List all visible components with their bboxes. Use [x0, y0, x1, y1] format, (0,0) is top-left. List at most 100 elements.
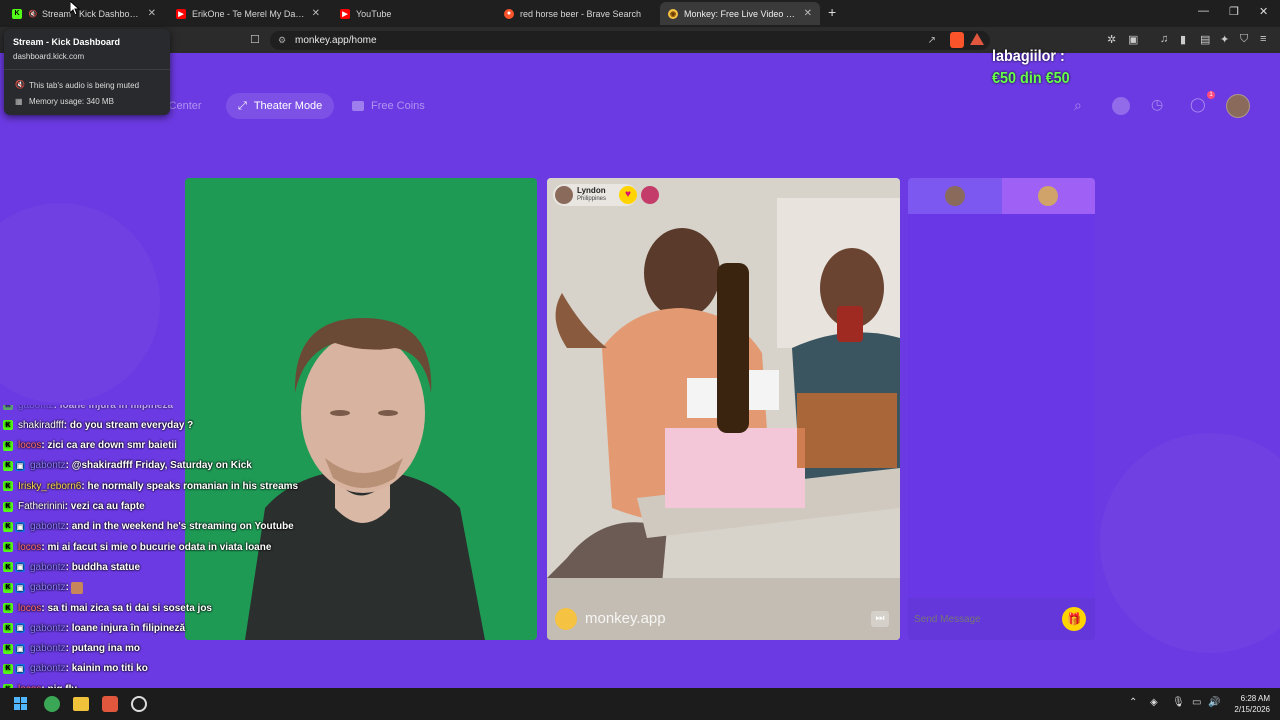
- theater-mode-button[interactable]: ⤢ Theater Mode: [226, 93, 335, 119]
- chat-username: gabontz: [30, 582, 66, 594]
- extensions-icon[interactable]: ✲: [1107, 33, 1116, 46]
- free-coins-label: Free Coins: [371, 100, 425, 112]
- kick-badge-icon: K: [3, 643, 13, 654]
- tab-kick-dashboard[interactable]: K 🔇 Stream - Kick Dashboard ✕: [4, 2, 164, 25]
- window-close-button[interactable]: ✕: [1259, 5, 1268, 18]
- chat-username: gabontz: [30, 643, 66, 655]
- tooltip-audio-status: This tab's audio is being muted: [29, 81, 140, 90]
- close-tab-icon[interactable]: ✕: [312, 8, 320, 19]
- chat-line: Klocos : zici ca are down smr baietii: [3, 439, 177, 453]
- monkey-logo-icon: [555, 608, 577, 630]
- tab-erikone-youtube[interactable]: ▶ ErikOne - Te Merel My Dad lVideo Of ✕: [168, 2, 328, 25]
- microphone-icon[interactable]: 🎙: [1172, 697, 1185, 708]
- tray-app-icon[interactable]: ◈: [1150, 697, 1158, 708]
- downloads-icon[interactable]: ▤: [1200, 33, 1210, 46]
- kick-badge-icon: K: [3, 481, 13, 492]
- browser-tab-strip: K 🔇 Stream - Kick Dashboard ✕ ▶ ErikOne …: [0, 0, 1280, 27]
- tooltip-title: Stream - Kick Dashboard: [13, 37, 121, 47]
- chat-tab-self[interactable]: [908, 178, 1002, 214]
- free-coins-button[interactable]: Free Coins: [340, 93, 437, 119]
- partner-tag[interactable]: Lyndon Philippines ♥: [553, 184, 637, 206]
- windows-start-icon[interactable]: [14, 697, 28, 711]
- chat-username: gabontz: [30, 561, 66, 573]
- file-explorer-icon[interactable]: [73, 697, 89, 711]
- theater-mode-label: Theater Mode: [253, 100, 323, 112]
- platform-badge-icon: ▣: [15, 663, 25, 674]
- chat-username: gabontz: [30, 622, 66, 634]
- address-bar[interactable]: ⚙ monkey.app/home ↗: [270, 31, 990, 50]
- chat-message: : vezi ca au fapte: [64, 501, 145, 512]
- sidebar-icon[interactable]: ▮: [1180, 33, 1186, 46]
- chat-username: gabontz: [30, 460, 66, 472]
- chat-line: K ▣ gabontz : buddha statue: [3, 560, 140, 574]
- restore-button[interactable]: ❐: [1229, 5, 1239, 18]
- volume-icon[interactable]: 🔊: [1208, 697, 1220, 708]
- chat-message: : putang ina mo: [65, 643, 141, 655]
- chat-username: locos: [18, 602, 42, 614]
- bookmark-icon[interactable]: ☐: [250, 33, 260, 46]
- clock[interactable]: 6:28 AM 2/15/2026: [1226, 693, 1270, 715]
- skip-icon[interactable]: ⏭: [871, 611, 889, 627]
- leo-ai-icon[interactable]: ✦: [1220, 33, 1229, 46]
- chat-username: gabontz: [30, 521, 66, 533]
- chat-message: : and in the weekend he's streaming on Y…: [65, 521, 294, 533]
- youtube-icon: ▶: [176, 8, 186, 19]
- platform-badge-icon: ▣: [15, 623, 25, 634]
- media-icon[interactable]: ♫: [1160, 33, 1168, 45]
- chrome-icon[interactable]: [44, 696, 60, 712]
- vpn-icon[interactable]: ⛉: [1240, 33, 1248, 46]
- site-info-icon[interactable]: ⚙: [278, 31, 286, 50]
- tab-youtube[interactable]: ▶ YouTube: [332, 2, 492, 25]
- coin-icon[interactable]: [1112, 97, 1130, 115]
- avatar[interactable]: [1226, 94, 1250, 118]
- search-icon[interactable]: ⌕: [1074, 97, 1082, 114]
- share-icon[interactable]: ↗: [928, 31, 936, 50]
- chat-line: Klocos : sa ti mai zica sa ti dai si sos…: [3, 601, 212, 615]
- close-tab-icon[interactable]: ✕: [804, 8, 812, 19]
- partner-scene: [547, 178, 900, 640]
- chat-message: : kainin mo titi ko: [65, 663, 148, 675]
- url-text: monkey.app/home: [295, 35, 377, 46]
- brave-icon[interactable]: [102, 696, 118, 712]
- history-icon[interactable]: ◷: [1151, 96, 1163, 113]
- chat-username: Fatherinini: [18, 501, 65, 512]
- partner-country: Philippines: [577, 196, 607, 202]
- chat-line: K ▣ gabontz : kainin mo titi ko: [3, 662, 148, 676]
- tooltip-domain: dashboard.kick.com: [13, 52, 85, 61]
- tooltip-memory: Memory usage: 340 MB: [29, 97, 114, 106]
- partner-video: Lyndon Philippines ♥ monkey.app ⏭: [547, 178, 900, 640]
- goal-label: labagiilor :: [992, 48, 1065, 65]
- self-video: [185, 178, 537, 640]
- muted-icon[interactable]: 🔇: [28, 9, 38, 19]
- gift-button[interactable]: 🎁: [1062, 607, 1086, 631]
- menu-icon[interactable]: ≡: [1260, 33, 1266, 45]
- kick-badge-icon: K: [3, 440, 13, 451]
- heart-icon[interactable]: ♥: [619, 186, 637, 204]
- minimize-button[interactable]: —: [1198, 5, 1209, 17]
- chat-tab-partner[interactable]: [1002, 178, 1095, 214]
- platform-badge-icon: ▣: [15, 460, 25, 471]
- tab-brave-search[interactable]: ● red horse beer - Brave Search: [496, 2, 656, 25]
- wallet-icon[interactable]: ▣: [1128, 33, 1138, 46]
- chat-bubble-icon[interactable]: ◯: [1190, 96, 1206, 113]
- divider: [4, 69, 170, 70]
- brave-rewards-icon[interactable]: [970, 33, 984, 45]
- close-tab-icon[interactable]: ✕: [148, 8, 156, 19]
- tab-hover-card: Stream - Kick Dashboard dashboard.kick.c…: [4, 29, 170, 115]
- chat-line: Kshakiradfff : do you stream everyday ?: [3, 418, 193, 432]
- partner-avatar: [555, 186, 573, 204]
- network-icon[interactable]: ▭: [1192, 697, 1201, 708]
- kick-icon: K: [12, 8, 22, 19]
- message-bar: 🎁: [908, 598, 1095, 640]
- chat-message: : mi ai facut si mie o bucurie odata in …: [41, 541, 272, 553]
- flag-icon: [641, 186, 659, 204]
- tab-monkey[interactable]: ◉ Monkey: Free Live Video Chat ✕: [660, 2, 820, 25]
- obs-icon[interactable]: [131, 696, 147, 712]
- kick-badge-icon: K: [3, 501, 13, 512]
- tray-chevron-icon[interactable]: ⌃: [1129, 697, 1137, 708]
- new-tab-button[interactable]: +: [828, 4, 836, 20]
- brave-shields-icon[interactable]: [950, 32, 964, 48]
- chat-line: K ▣ gabontz :: [3, 581, 83, 595]
- chat-username: locos: [18, 541, 42, 553]
- send-message-input[interactable]: [914, 609, 1054, 629]
